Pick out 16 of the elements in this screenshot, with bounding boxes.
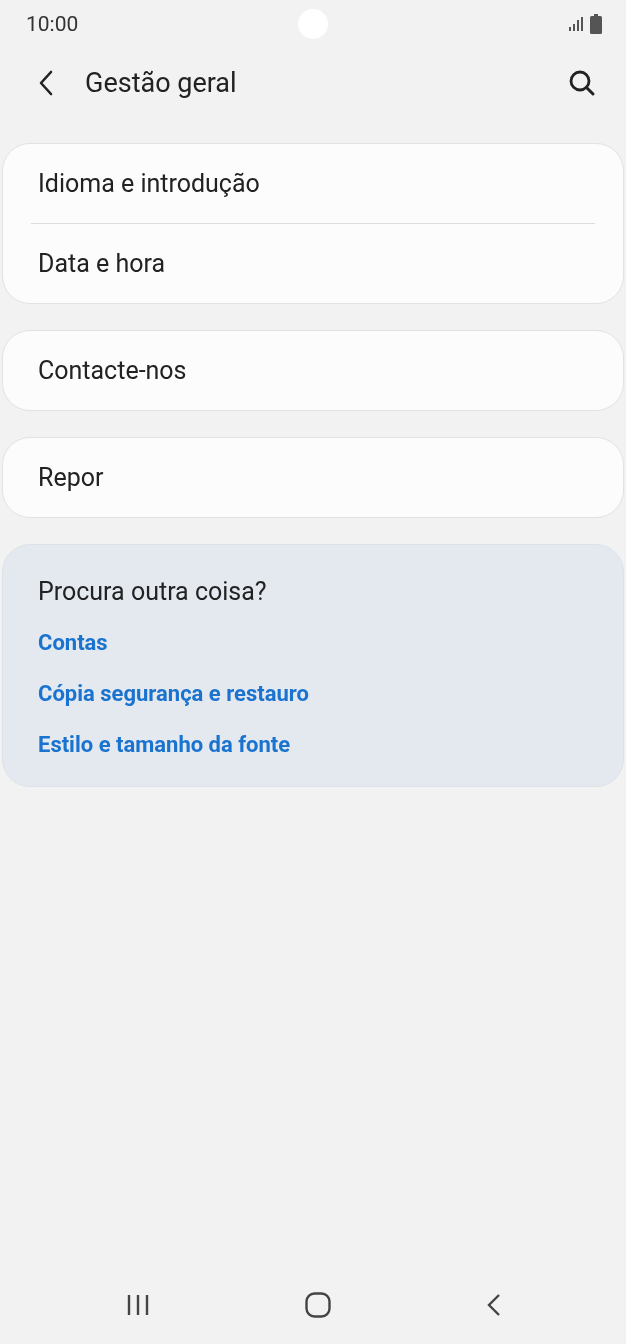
suggestion-link[interactable]: Cópia segurança e restauro bbox=[38, 680, 309, 707]
recent-apps-icon[interactable] bbox=[126, 1294, 150, 1316]
home-icon[interactable] bbox=[305, 1292, 331, 1318]
suggestion-link[interactable]: Estilo e tamanho da fonte bbox=[38, 731, 291, 758]
settings-item[interactable]: Contacte-nos bbox=[3, 331, 623, 410]
settings-item[interactable]: Data e hora bbox=[3, 224, 623, 303]
settings-item[interactable]: Repor bbox=[3, 438, 623, 517]
suggestion-link[interactable]: Contas bbox=[38, 629, 108, 656]
search-icon[interactable] bbox=[568, 69, 596, 97]
suggestions-title: Procura outra coisa? bbox=[38, 577, 268, 607]
battery-icon bbox=[590, 14, 602, 34]
status-time: 10:00 bbox=[26, 12, 79, 36]
back-icon[interactable] bbox=[486, 1293, 502, 1317]
page-title: Gestão geral bbox=[85, 67, 238, 99]
signal-icon bbox=[568, 16, 584, 32]
settings-item[interactable]: Idioma e introdução bbox=[3, 144, 623, 223]
